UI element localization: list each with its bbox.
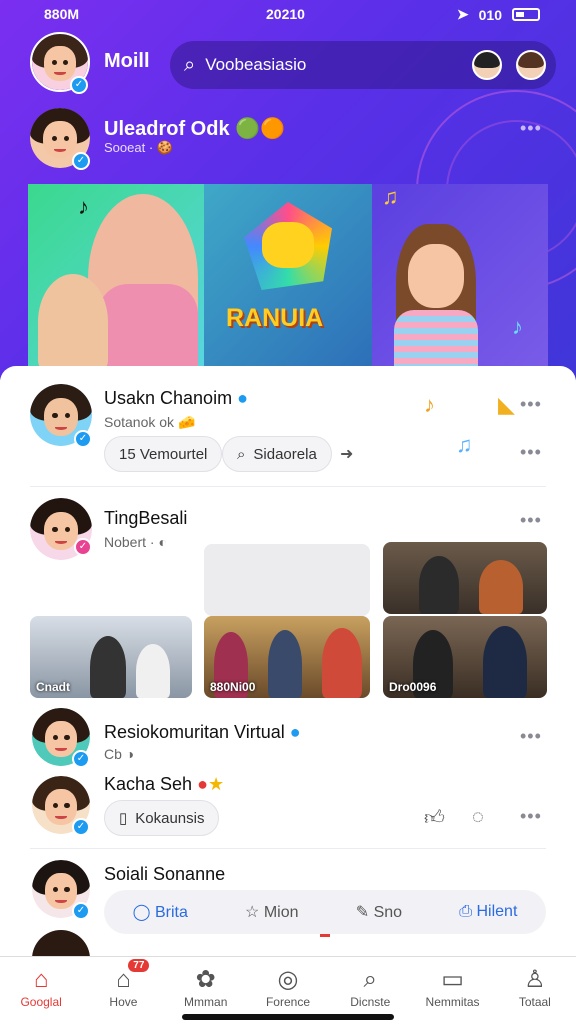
emoji-icon: 🟢🟠	[235, 118, 285, 140]
status-bar: 880M 20210 ➤ 010	[0, 4, 576, 24]
nav-label: Nemmitas	[425, 995, 480, 1009]
action-sno[interactable]: ✎ Sno	[356, 902, 402, 922]
comment-icon[interactable]: ◌	[472, 806, 484, 829]
search-input[interactable]: Voobeasiasio	[205, 55, 306, 75]
post-meta: Cb ◑	[104, 746, 135, 762]
verified-icon: ✓	[70, 76, 88, 94]
verified-icon: ●	[289, 722, 301, 742]
tag-chip[interactable]: ▯ Kokaunsis	[104, 800, 220, 836]
globe-icon: ◑	[125, 746, 135, 762]
music-note-icon: ♪	[78, 194, 89, 219]
emoji-icon: 🍪	[156, 140, 173, 155]
status-extra: 010	[478, 6, 502, 23]
nav-item-home[interactable]: ⌂ Googlal	[0, 957, 82, 1024]
scroll-indicator	[320, 934, 330, 937]
nav-label: Mmman	[184, 995, 228, 1009]
more-icon[interactable]: •••	[520, 118, 542, 139]
verified-icon: ✓	[74, 430, 92, 448]
nav-item-nemmitas[interactable]: ▭ Nemmitas	[411, 957, 493, 1024]
music-note-icon: ♪	[424, 392, 435, 417]
location-icon: ➤	[456, 6, 469, 22]
post-author: Usakn Chanoim ●	[104, 388, 248, 408]
banner-family[interactable]: ♪	[28, 184, 204, 370]
reaction-icon: ●	[197, 774, 208, 794]
photo-cafe[interactable]: Dro0096	[383, 616, 547, 698]
divider	[30, 486, 546, 487]
document-icon: ▯	[119, 810, 128, 827]
search-icon: ⌕	[184, 53, 196, 76]
status-badge: ✓	[74, 538, 92, 556]
status-time: 20210	[266, 6, 305, 22]
explore-icon: ⌕	[363, 966, 377, 993]
tag-chip[interactable]: 15 Vemourtel	[104, 436, 223, 472]
nav-item-hove[interactable]: ⌂ 77 Hove	[82, 957, 164, 1024]
photo-group[interactable]	[383, 542, 547, 614]
verified-icon: ●	[237, 388, 248, 408]
battery-icon	[512, 8, 540, 21]
more-icon[interactable]: •••	[520, 442, 542, 463]
post-meta: Sotanok ok 🧀	[104, 414, 196, 430]
nav-label: Dicnste	[350, 995, 391, 1009]
action-mion[interactable]: ☆ Mion	[245, 902, 298, 922]
hero-title: Uleadrof Odk 🟢🟠	[104, 118, 285, 140]
post-author: Soiali Sonanne	[104, 864, 226, 884]
verified-icon: ✓	[72, 818, 90, 836]
feed: ✓ Usakn Chanoim ● Sotanok ok 🧀 ♪ ◣ ••• 1…	[0, 366, 576, 960]
home-icon: ⌂	[33, 966, 49, 993]
friend-avatar[interactable]	[516, 50, 546, 80]
music-note-icon: ♫	[456, 432, 473, 457]
music-note-icon: ♪	[512, 314, 523, 339]
photo-caption: Cnadt	[36, 680, 70, 694]
post-author: Kacha Seh ●★	[104, 774, 225, 794]
globe-icon: ◐	[158, 534, 167, 550]
nav-label: Hove	[109, 995, 138, 1009]
music-note-icon: ♫	[382, 184, 399, 209]
post-meta: Nobert · ◐	[104, 534, 167, 550]
action-hilent[interactable]: ⎙ Hilent	[459, 903, 517, 921]
user-name: Moill	[104, 50, 150, 72]
status-right: ➤ 010	[457, 6, 540, 23]
photo-caption: 880Ni00	[210, 680, 256, 694]
photo-meeting[interactable]: 880Ni00	[204, 616, 370, 698]
party-icon: ◣	[498, 392, 515, 417]
photo-office[interactable]: Cnadt	[30, 616, 192, 698]
nav-label: Forence	[265, 995, 310, 1009]
banner-music[interactable]: ♫ ♪	[372, 184, 548, 370]
verified-icon: ✓	[72, 152, 90, 170]
post-author: TingBesali	[104, 508, 188, 528]
more-icon[interactable]: •••	[520, 726, 542, 747]
hero-header: 880M 20210 ➤ 010 ✓ Moill ⌕ Voobeasiasio …	[0, 0, 576, 380]
like-icon[interactable]: 👍︎	[424, 806, 445, 830]
friend-avatar[interactable]	[472, 50, 502, 80]
search-icon: ◎	[277, 966, 299, 993]
profile-icon: ♙	[524, 966, 546, 993]
action-brita[interactable]: ◯ Brita	[133, 902, 188, 922]
photo-caption: Dro0096	[389, 680, 437, 694]
verified-icon: ✓	[72, 750, 90, 768]
carrier-text: 880M	[44, 6, 80, 22]
emoji-icon: 🧀	[177, 414, 196, 430]
banner-title: RANUIA	[226, 304, 324, 332]
post-action-bar: ◯ Brita ☆ Mion ✎ Sno ⎙ Hilent	[104, 890, 546, 934]
more-icon[interactable]: •••	[520, 394, 542, 415]
star-icon: ★	[207, 774, 225, 794]
more-icon[interactable]: •••	[520, 806, 542, 827]
tag-chip[interactable]: ⌕ Sidaorela	[222, 436, 332, 472]
hero-subtitle: Sooeat · 🍪	[104, 140, 173, 155]
divider	[30, 848, 546, 849]
puzzle-icon: ✿	[195, 966, 216, 993]
nav-item-totaal[interactable]: ♙ Totaal	[494, 957, 576, 1024]
post-author: Resiokomuritan Virtual ●	[104, 722, 301, 742]
notification-badge: 77	[128, 959, 150, 972]
banner-logo[interactable]: RANUIA	[204, 184, 372, 370]
home-indicator	[182, 1014, 394, 1020]
photo-placeholder[interactable]	[204, 544, 370, 616]
nav-label: Googlal	[20, 995, 62, 1009]
nav-label: Totaal	[518, 995, 551, 1009]
verified-icon: ✓	[72, 902, 90, 920]
message-icon: ▭	[441, 966, 464, 993]
more-icon[interactable]: •••	[520, 510, 542, 531]
share-icon[interactable]: ➜	[340, 444, 353, 464]
search-icon: ⌕	[237, 445, 246, 463]
